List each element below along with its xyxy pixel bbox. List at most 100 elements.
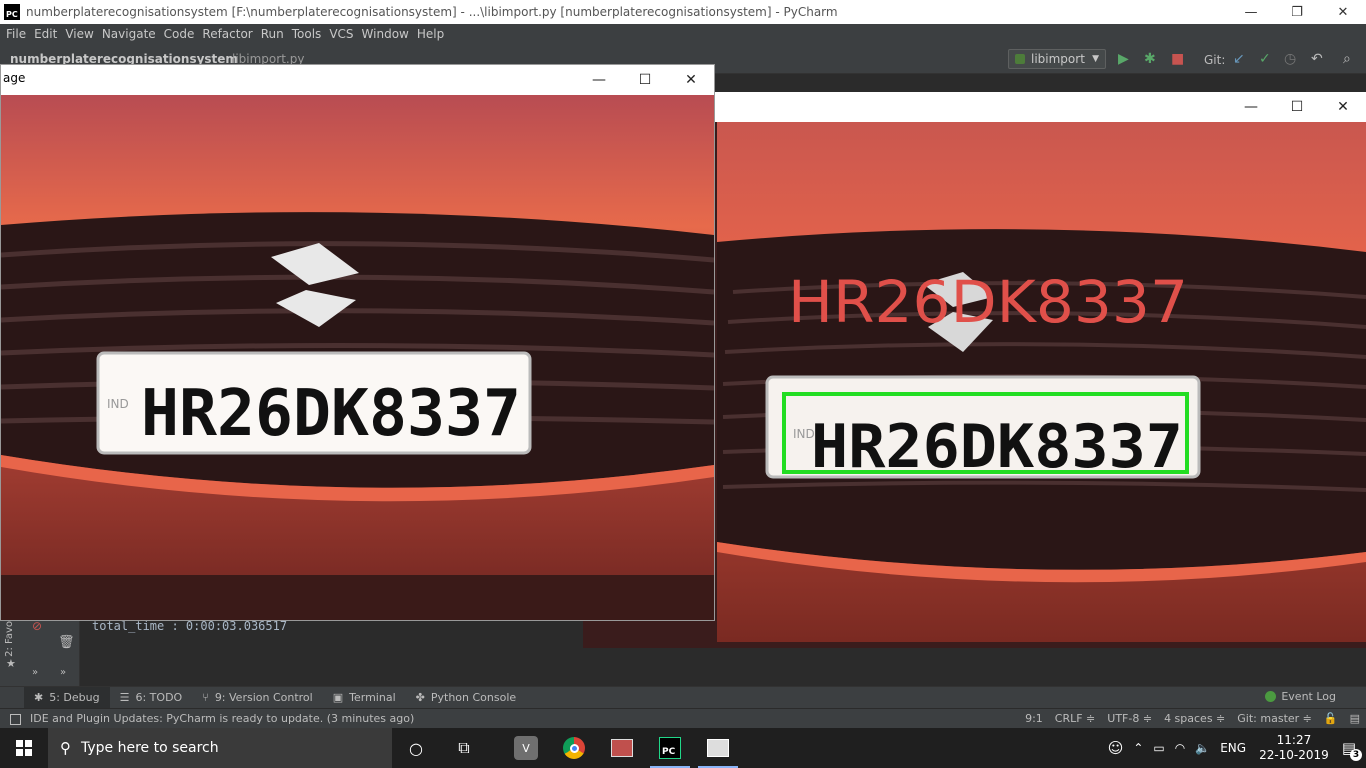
minimize-button[interactable]: — bbox=[1228, 0, 1274, 24]
console-output-line: total_time : 0:00:03.036517 bbox=[92, 619, 288, 633]
list-icon: ☰ bbox=[119, 691, 130, 704]
tab-label: 6: TODO bbox=[135, 691, 183, 704]
task-view-button[interactable]: ⧉ bbox=[440, 728, 488, 768]
toggle-tool-windows-icon[interactable] bbox=[10, 714, 21, 725]
bug-icon: ✱ bbox=[34, 691, 44, 704]
status-bar: IDE and Plugin Updates: PyCharm is ready… bbox=[0, 708, 1366, 728]
python-file-icon bbox=[1015, 54, 1025, 64]
recognized-plate-text: HR26DK8337 bbox=[788, 268, 1188, 336]
branch-icon: ⑂ bbox=[202, 691, 209, 704]
file-encoding[interactable]: UTF-8 ≑ bbox=[1107, 712, 1152, 725]
favorites-tab[interactable]: 2: Favo bbox=[4, 621, 15, 657]
source-car-image: IND HR26DK8337 bbox=[1, 95, 714, 620]
menu-refactor[interactable]: Refactor bbox=[198, 27, 256, 41]
taskbar-app-image-viewer[interactable] bbox=[598, 728, 646, 768]
indent-setting[interactable]: 4 spaces ≑ bbox=[1164, 712, 1225, 725]
event-log-label: Event Log bbox=[1281, 690, 1336, 703]
search-icon: ⚲ bbox=[60, 739, 71, 757]
input-language[interactable]: ENG bbox=[1220, 741, 1246, 755]
event-log-icon bbox=[1265, 691, 1277, 702]
trash-icon[interactable]: 🗑 bbox=[58, 635, 75, 650]
vcs-update-icon[interactable]: ↙ bbox=[1233, 51, 1245, 67]
tab-debug[interactable]: ✱ 5: Debug bbox=[24, 687, 110, 708]
tab-label: Terminal bbox=[349, 691, 396, 704]
run-configuration-select[interactable]: libimport ▼ bbox=[1008, 49, 1106, 69]
tab-todo[interactable]: ☰ 6: TODO bbox=[110, 687, 193, 708]
menu-bar: File Edit View Navigate Code Refactor Ru… bbox=[0, 24, 1366, 44]
run-icon[interactable]: ▶ bbox=[1118, 51, 1129, 67]
task-view-icon: ⧉ bbox=[458, 738, 470, 757]
status-message[interactable]: IDE and Plugin Updates: PyCharm is ready… bbox=[30, 712, 414, 725]
star-icon[interactable]: ★ bbox=[6, 657, 16, 670]
source-image-window: age — ☐ ✕ IND HR26DK8337 bbox=[0, 64, 715, 621]
notification-center-button[interactable]: ▤ 3 bbox=[1342, 739, 1362, 761]
plate-text: HR26DK8337 bbox=[141, 377, 521, 451]
clock-date: 22-10-2019 bbox=[1259, 748, 1329, 762]
caret-position[interactable]: 9:1 bbox=[1025, 712, 1043, 725]
source-close-button[interactable]: ✕ bbox=[668, 65, 714, 95]
menu-vcs[interactable]: VCS bbox=[325, 27, 357, 41]
debug-icon[interactable]: ✱ bbox=[1144, 51, 1156, 67]
line-separator[interactable]: CRLF ≑ bbox=[1055, 712, 1096, 725]
menu-view[interactable]: View bbox=[61, 27, 97, 41]
pycharm-icon: PC bbox=[659, 737, 681, 759]
chevron-up-icon[interactable]: ⌃ bbox=[1133, 741, 1143, 755]
revert-icon[interactable]: ↶ bbox=[1311, 51, 1323, 67]
source-maximize-button[interactable]: ☐ bbox=[622, 65, 668, 95]
volume-icon[interactable]: 🔈 bbox=[1195, 741, 1210, 755]
event-log-button[interactable]: Event Log bbox=[1265, 690, 1336, 703]
menu-navigate[interactable]: Navigate bbox=[98, 27, 160, 41]
lock-icon[interactable]: 🔓 bbox=[1324, 712, 1338, 725]
expand-left-icon[interactable]: » bbox=[32, 667, 38, 678]
taskbar-app-python-window[interactable] bbox=[694, 728, 742, 768]
mute-breakpoints-icon[interactable]: ⊘ bbox=[32, 619, 42, 633]
battery-icon[interactable]: ▭ bbox=[1153, 741, 1164, 755]
menu-window[interactable]: Window bbox=[358, 27, 413, 41]
expand-right-icon[interactable]: » bbox=[60, 667, 66, 678]
menu-file[interactable]: File bbox=[2, 27, 30, 41]
history-icon[interactable]: ◷ bbox=[1284, 51, 1296, 67]
run-configuration-label: libimport bbox=[1031, 52, 1085, 66]
window-title: numberplaterecognisationsystem [F:\numbe… bbox=[26, 5, 838, 19]
source-minimize-button[interactable]: — bbox=[576, 65, 622, 95]
window-titlebar: PC numberplaterecognisationsystem [F:\nu… bbox=[0, 0, 1366, 24]
search-placeholder: Type here to search bbox=[81, 740, 219, 756]
tab-label: 9: Version Control bbox=[214, 691, 313, 704]
tab-label: Python Console bbox=[430, 691, 517, 704]
menu-code[interactable]: Code bbox=[160, 27, 199, 41]
notification-count: 3 bbox=[1350, 749, 1362, 761]
result-maximize-button[interactable]: ☐ bbox=[1274, 92, 1320, 122]
taskbar-app-vscode[interactable]: V bbox=[502, 728, 550, 768]
cortana-icon: ○ bbox=[409, 738, 423, 758]
git-label: Git: bbox=[1204, 53, 1226, 67]
search-everywhere-icon[interactable]: ⌕ bbox=[1343, 51, 1351, 67]
vscode-icon: V bbox=[514, 736, 538, 760]
people-icon[interactable]: ☺ bbox=[1108, 739, 1124, 757]
restore-button[interactable]: ❐ bbox=[1274, 0, 1320, 24]
source-window-title: age bbox=[3, 71, 26, 85]
memory-indicator-icon[interactable]: ▤ bbox=[1350, 712, 1360, 725]
tab-terminal[interactable]: ▣ Terminal bbox=[323, 687, 406, 708]
taskbar-app-chrome[interactable] bbox=[550, 728, 598, 768]
menu-help[interactable]: Help bbox=[413, 27, 448, 41]
close-button[interactable]: ✕ bbox=[1320, 0, 1366, 24]
taskbar-search-box[interactable]: ⚲ Type here to search bbox=[48, 728, 392, 768]
wifi-icon[interactable]: ◠ bbox=[1175, 741, 1185, 755]
result-close-button[interactable]: ✕ bbox=[1320, 92, 1366, 122]
taskbar-app-pycharm[interactable]: PC bbox=[646, 728, 694, 768]
clock-time: 11:27 bbox=[1276, 733, 1312, 747]
clock[interactable]: 11:27 22-10-2019 bbox=[1259, 733, 1329, 763]
tab-python-console[interactable]: ✤ Python Console bbox=[406, 687, 527, 708]
result-minimize-button[interactable]: — bbox=[1228, 92, 1274, 122]
pycharm-logo-icon: PC bbox=[4, 4, 20, 20]
git-branch[interactable]: Git: master ≑ bbox=[1237, 712, 1312, 725]
stop-icon[interactable]: ■ bbox=[1171, 51, 1184, 67]
start-button[interactable] bbox=[0, 728, 48, 768]
tab-version-control[interactable]: ⑂ 9: Version Control bbox=[192, 687, 323, 708]
menu-tools[interactable]: Tools bbox=[288, 27, 326, 41]
cortana-button[interactable]: ○ bbox=[392, 728, 440, 768]
source-window-caption: age — ☐ ✕ bbox=[1, 65, 714, 95]
vcs-commit-icon[interactable]: ✓ bbox=[1259, 51, 1271, 67]
menu-run[interactable]: Run bbox=[257, 27, 288, 41]
menu-edit[interactable]: Edit bbox=[30, 27, 61, 41]
